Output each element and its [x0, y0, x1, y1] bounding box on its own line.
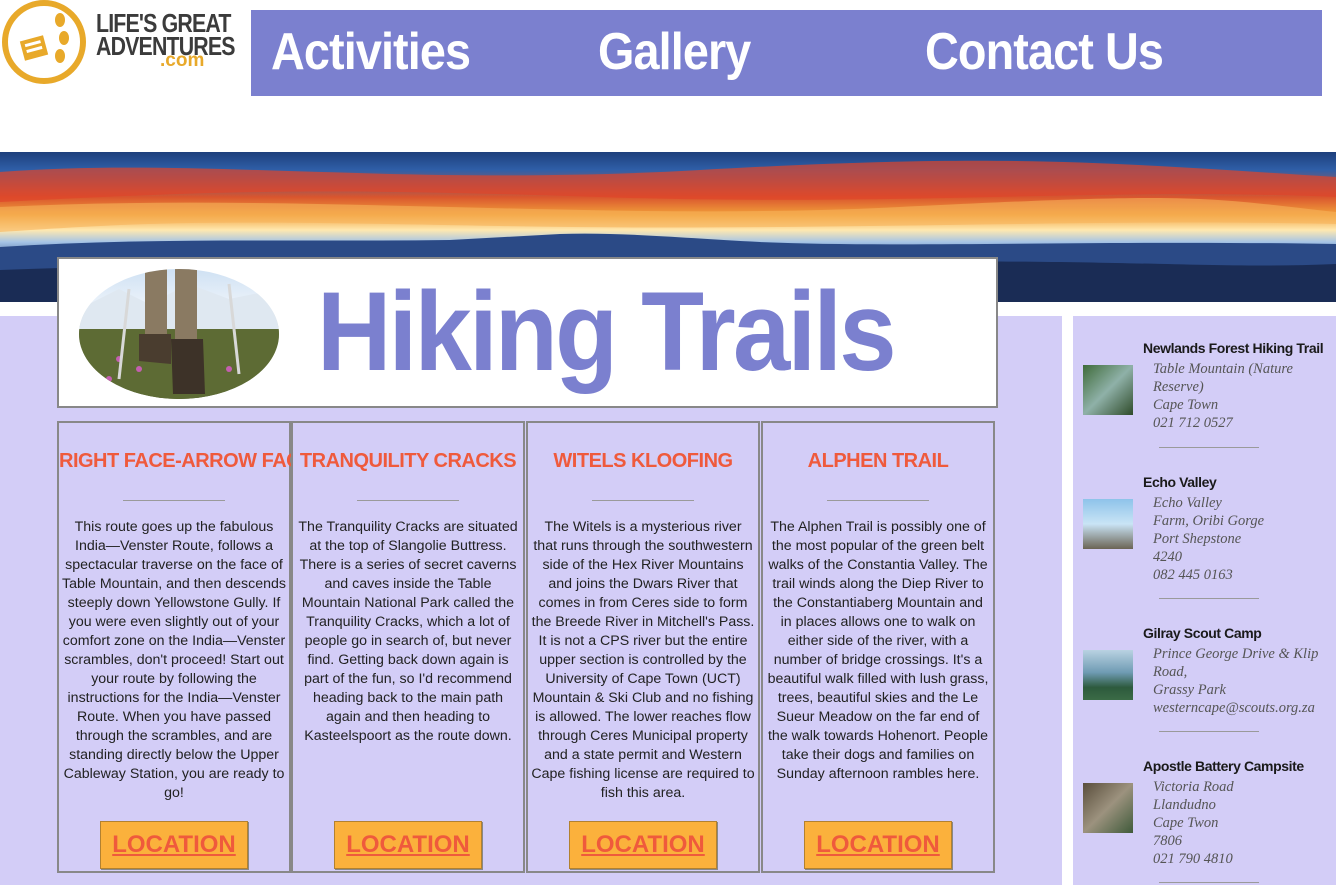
divider — [1159, 598, 1259, 599]
hiking-boot-icon — [2, 0, 86, 84]
trail-card-description: The Tranquility Cracks are situated at t… — [298, 519, 518, 744]
rocky-stream-thumbnail — [1083, 783, 1133, 833]
main-nav: Activities Gallery Contact Us — [251, 10, 1322, 96]
sidebar-entry-title[interactable]: Echo Valley — [1143, 474, 1217, 490]
valley-thumbnail — [1083, 499, 1133, 549]
address-line: Echo Valley — [1153, 495, 1222, 511]
trail-card: TRANQUILITY CRACKS The Tranquility Crack… — [291, 421, 525, 873]
address-line: Cape Twon — [1153, 815, 1219, 831]
divider — [123, 500, 225, 501]
sidebar-entry-title[interactable]: Newlands Forest Hiking Trail — [1143, 340, 1324, 356]
address-line: Port Shepstone — [1153, 531, 1242, 547]
sidebar-location-entry: Echo Valley Echo Valley Farm, Oribi Gorg… — [1083, 474, 1336, 624]
sidebar-location-entry: Newlands Forest Hiking Trail Table Mount… — [1083, 340, 1336, 470]
trail-card-title: RIGHT FACE-ARROW FACE — [59, 450, 313, 472]
address-line: Cape Town — [1153, 397, 1219, 413]
logo-text-dotcom: .com — [160, 50, 205, 71]
sidebar-entry-title[interactable]: Gilray Scout Camp — [1143, 625, 1262, 641]
page-title: Hiking Trails — [317, 269, 897, 394]
address-line: 7806 — [1153, 833, 1182, 849]
trail-card-title: ALPHEN TRAIL — [807, 450, 949, 472]
email-line[interactable]: westerncape@scouts.org.za — [1153, 699, 1336, 717]
sidebar-entry-title[interactable]: Apostle Battery Campsite — [1143, 758, 1304, 774]
divider — [1159, 882, 1259, 883]
location-button[interactable]: LOCATION — [100, 821, 248, 869]
address-line: Prince George Drive & Klip Road, — [1153, 646, 1319, 680]
trail-card-title: WITELS KLOOFING — [553, 450, 733, 472]
trail-card: RIGHT FACE-ARROW FACE This route goes up… — [57, 421, 313, 873]
nav-gallery[interactable]: Gallery — [598, 22, 751, 82]
address-line: Llandudno — [1153, 797, 1216, 813]
phone-line: 021 790 4810 — [1153, 851, 1233, 867]
nav-activities[interactable]: Activities — [271, 22, 471, 82]
divider — [1159, 731, 1259, 732]
sidebar-entry-address: Echo Valley Farm, Oribi Gorge Port Sheps… — [1153, 494, 1336, 584]
divider — [1159, 447, 1259, 448]
page-title-box: Hiking Trails — [57, 257, 998, 408]
trail-card-description: This route goes up the fabulous India—Ve… — [62, 519, 287, 801]
address-line: Grassy Park — [1153, 682, 1226, 698]
sidebar-entry-address: Prince George Drive & Klip Road, Grassy … — [1153, 645, 1336, 717]
divider — [827, 500, 929, 501]
sidebar-entry-address: Table Mountain (Nature Reserve) Cape Tow… — [1153, 360, 1336, 432]
hiker-boots-photo — [79, 269, 279, 399]
location-button[interactable]: LOCATION — [804, 821, 952, 869]
nav-contact-us[interactable]: Contact Us — [925, 22, 1164, 82]
sidebar-location-entry: Gilray Scout Camp Prince George Drive & … — [1083, 625, 1336, 755]
sidebar-entry-address: Victoria Road Llandudno Cape Twon 7806 0… — [1153, 778, 1336, 868]
waterfall-thumbnail — [1083, 365, 1133, 415]
trail-card: WITELS KLOOFING The Witels is a mysterio… — [526, 421, 760, 873]
divider — [592, 500, 694, 501]
phone-line: 082 445 0163 — [1153, 567, 1233, 583]
address-line: Victoria Road — [1153, 779, 1234, 795]
address-line: Farm, Oribi Gorge — [1153, 513, 1265, 529]
phone-line: 021 712 0527 — [1153, 415, 1233, 431]
address-line: Table Mountain (Nature Reserve) — [1153, 361, 1293, 395]
address-line: 4240 — [1153, 549, 1182, 565]
location-button[interactable]: LOCATION — [334, 821, 482, 869]
lake-thumbnail — [1083, 650, 1133, 700]
location-button[interactable]: LOCATION — [569, 821, 717, 869]
sidebar-location-entry: Apostle Battery Campsite Victoria Road L… — [1083, 758, 1336, 885]
trail-card-description: The Alphen Trail is possibly one of the … — [767, 519, 989, 782]
trail-card-description: The Witels is a mysterious river that ru… — [531, 519, 755, 801]
trail-card: ALPHEN TRAIL The Alphen Trail is possibl… — [761, 421, 995, 873]
site-logo[interactable]: LIFE'S GREAT ADVENTURES .com — [0, 0, 240, 92]
trail-card-title: TRANQUILITY CRACKS — [299, 450, 517, 472]
divider — [357, 500, 459, 501]
